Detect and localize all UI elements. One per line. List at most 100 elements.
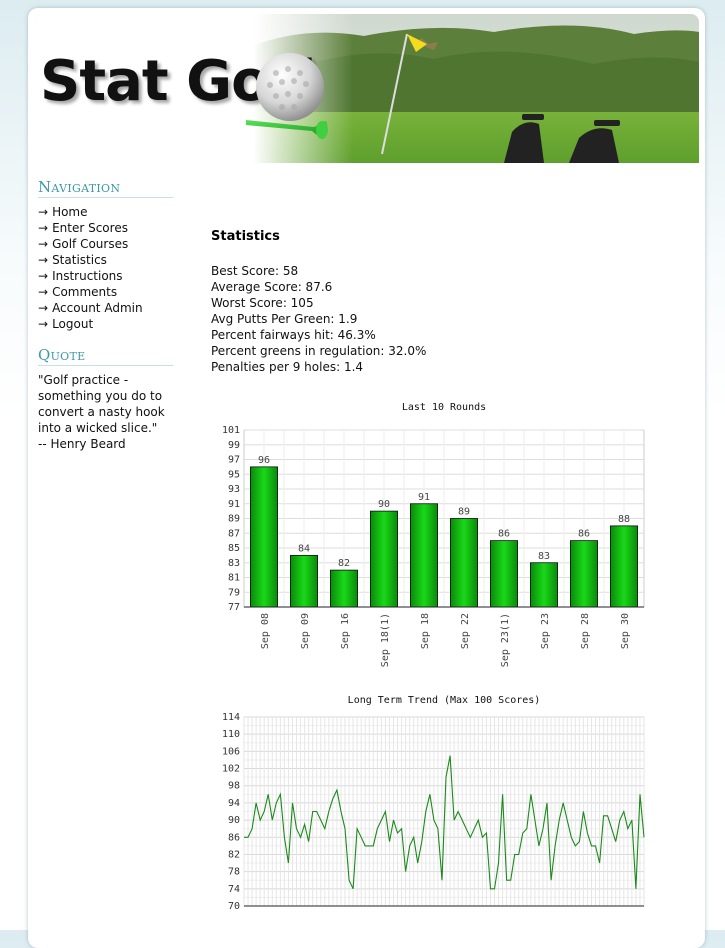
- y-tick-label: 70: [228, 901, 240, 912]
- data-label: 86: [578, 529, 590, 540]
- stat-best-score: Best Score: 58: [211, 264, 299, 278]
- y-tick-label: 77: [228, 602, 240, 613]
- page-title: Statistics: [211, 229, 280, 244]
- y-tick-label: 86: [228, 832, 240, 843]
- x-tick-label: Sep 30: [620, 613, 631, 649]
- quote-heading: Quote: [38, 346, 173, 366]
- site-header: Stat Golf: [34, 14, 699, 163]
- stat-penalties: Penalties per 9 holes: 1.4: [211, 360, 364, 374]
- y-tick-label: 102: [222, 764, 240, 775]
- golf-ball-icon: [246, 53, 328, 139]
- bar: [449, 518, 478, 608]
- nav-item-enter-scores[interactable]: → Enter Scores: [38, 220, 173, 236]
- chart-title: Long Term Trend (Max 100 Scores): [348, 695, 541, 706]
- page-panel: Stat Golf Navigation → Home → Enter Scor…: [28, 8, 705, 948]
- nav-link[interactable]: Account Admin: [52, 301, 143, 315]
- long-term-trend-chart: Long Term Trend (Max 100 Scores) 70 74 78 82…: [222, 695, 645, 912]
- bar: [369, 510, 398, 608]
- chart-title: Last 10 Rounds: [402, 402, 486, 413]
- x-tick-label: Sep 09: [300, 613, 311, 649]
- y-tick-label: 95: [228, 469, 240, 480]
- data-label: 83: [538, 551, 550, 562]
- data-label: 86: [498, 529, 510, 540]
- data-label: 82: [338, 558, 350, 569]
- x-tick-label: Sep 16: [340, 613, 351, 649]
- quote-line: "Golf practice -: [38, 373, 129, 387]
- data-label: 88: [618, 514, 630, 525]
- bar: [330, 569, 359, 608]
- x-tick-label: Sep 08: [260, 613, 271, 649]
- nav-link[interactable]: Home: [52, 205, 87, 219]
- statistics-list: Best Score: 58 Average Score: 87.6 Worst…: [211, 263, 426, 375]
- x-tick-label: Sep 18(1): [380, 613, 391, 667]
- y-tick-label: 97: [228, 455, 240, 466]
- bar: [569, 540, 598, 608]
- nav-item-comments[interactable]: → Comments: [38, 284, 173, 300]
- quote-line: into a wicked slice.": [38, 421, 158, 435]
- navigation-list: → Home → Enter Scores → Golf Courses → Stati…: [38, 204, 173, 332]
- data-label: 91: [418, 492, 430, 503]
- x-tick-label: Sep 23(1): [500, 613, 511, 667]
- bar: [489, 540, 518, 608]
- nav-item-home[interactable]: → Home: [38, 204, 173, 220]
- y-tick-label: 93: [228, 484, 240, 495]
- x-tick-label: Sep 18: [420, 613, 431, 649]
- arrow-right-icon: →: [38, 221, 49, 235]
- y-tick-label: 87: [228, 528, 240, 539]
- nav-item-instructions[interactable]: → Instructions: [38, 268, 173, 284]
- x-tick-label: Sep 22: [460, 613, 471, 649]
- quote-line: something you do to: [38, 389, 163, 403]
- arrow-right-icon: →: [38, 205, 49, 219]
- stat-avg-putts: Avg Putts Per Green: 1.9: [211, 312, 358, 326]
- data-label: 90: [378, 499, 390, 510]
- navigation-heading: Navigation: [38, 178, 173, 198]
- y-tick-label: 82: [228, 849, 240, 860]
- nav-item-logout[interactable]: → Logout: [38, 316, 173, 332]
- arrow-right-icon: →: [38, 237, 49, 251]
- nav-link[interactable]: Instructions: [52, 269, 122, 283]
- data-label: 84: [298, 543, 310, 554]
- bar: [250, 466, 279, 608]
- arrow-right-icon: →: [38, 317, 49, 331]
- y-tick-label: 106: [222, 746, 240, 757]
- nav-item-statistics[interactable]: → Statistics: [38, 252, 173, 268]
- nav-item-account-admin[interactable]: → Account Admin: [38, 300, 173, 316]
- sidebar: Navigation → Home → Enter Scores → Golf Cou…: [38, 178, 173, 452]
- arrow-right-icon: →: [38, 285, 49, 299]
- quote-author: -- Henry Beard: [38, 437, 126, 451]
- data-label: 89: [458, 507, 470, 518]
- stat-average-score: Average Score: 87.6: [211, 280, 333, 294]
- y-tick-label: 91: [228, 499, 240, 510]
- y-tick-label: 74: [228, 884, 240, 895]
- x-tick-label: Sep 23: [540, 613, 551, 649]
- y-tick-label: 94: [228, 798, 240, 809]
- nav-link[interactable]: Logout: [52, 317, 93, 331]
- y-tick-label: 101: [222, 425, 240, 436]
- bar: [529, 562, 558, 608]
- data-label: 96: [258, 455, 270, 466]
- quote-line: convert a nasty hook: [38, 405, 165, 419]
- y-tick-label: 114: [222, 712, 240, 723]
- stat-greens-in-regulation: Percent greens in regulation: 32.0%: [211, 344, 427, 358]
- y-tick-label: 79: [228, 587, 240, 598]
- arrow-right-icon: →: [38, 253, 49, 267]
- y-tick-label: 90: [228, 815, 240, 826]
- last-10-rounds-chart: Last 10 Rounds 77 79 81 83 85 87 89 91 93 95 97 99 10…: [222, 402, 645, 667]
- y-tick-label: 81: [228, 573, 240, 584]
- bar: [609, 525, 638, 608]
- bar: [290, 554, 319, 608]
- nav-link[interactable]: Statistics: [52, 253, 107, 267]
- arrow-right-icon: →: [38, 269, 49, 283]
- nav-link[interactable]: Golf Courses: [52, 237, 128, 251]
- y-tick-label: 89: [228, 514, 240, 525]
- nav-link[interactable]: Comments: [52, 285, 117, 299]
- bar: [409, 503, 438, 608]
- arrow-right-icon: →: [38, 301, 49, 315]
- nav-item-golf-courses[interactable]: → Golf Courses: [38, 236, 173, 252]
- stat-worst-score: Worst Score: 105: [211, 296, 314, 310]
- nav-link[interactable]: Enter Scores: [52, 221, 128, 235]
- y-tick-label: 85: [228, 543, 240, 554]
- x-tick-label: Sep 28: [580, 613, 591, 649]
- y-tick-label: 83: [228, 558, 240, 569]
- y-tick-label: 98: [228, 781, 240, 792]
